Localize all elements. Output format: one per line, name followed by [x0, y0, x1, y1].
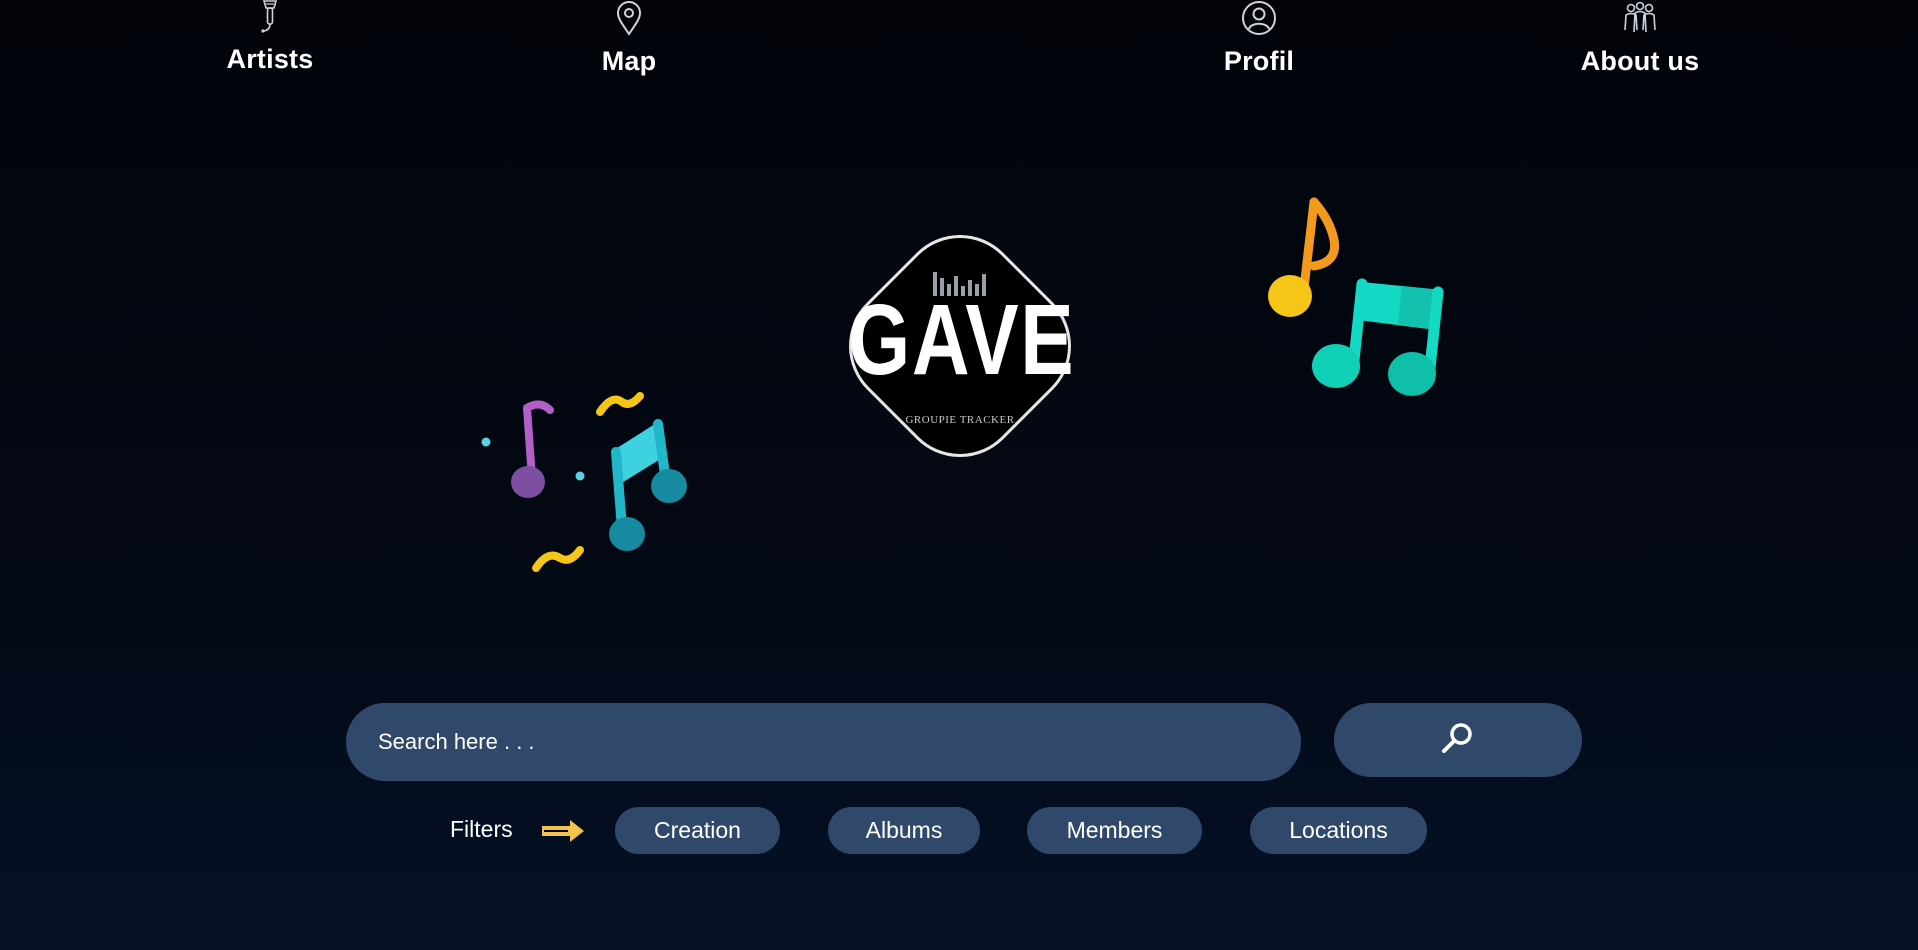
logo-subtitle: GROUPIE TRACKER	[905, 414, 1015, 426]
nav-label-about-us: About us	[1580, 46, 1700, 76]
filter-albums-button[interactable]: Albums	[828, 807, 980, 854]
music-notes-left-icon	[470, 360, 710, 585]
user-circle-icon	[1241, 0, 1277, 36]
nav-item-map[interactable]: Map	[559, 0, 699, 77]
filter-creation-button[interactable]: Creation	[615, 807, 780, 854]
nav-item-profil[interactable]: Profil	[1189, 0, 1329, 77]
nav-label-map: Map	[601, 46, 657, 76]
nav-label-artists: Artists	[226, 44, 314, 74]
search-icon	[1439, 719, 1477, 762]
logo-title: GAVE	[848, 284, 1076, 396]
search-button[interactable]	[1334, 703, 1582, 777]
nav-item-artists[interactable]: Artists	[200, 0, 340, 75]
nav-item-about-us[interactable]: About us	[1560, 0, 1720, 77]
team-icon	[1621, 0, 1659, 36]
microphone-icon	[257, 0, 283, 34]
search-input[interactable]	[346, 703, 1301, 781]
music-notes-right-icon	[1230, 190, 1470, 415]
map-pin-icon	[614, 0, 644, 36]
filter-locations-button[interactable]: Locations	[1250, 807, 1427, 854]
gave-logo: GAVE GROUPIE TRACKER	[820, 206, 1100, 486]
nav-label-profil: Profil	[1223, 46, 1295, 76]
filter-members-button[interactable]: Members	[1027, 807, 1202, 854]
filters-label: Filters	[450, 816, 513, 842]
arrow-right-icon	[540, 818, 586, 849]
